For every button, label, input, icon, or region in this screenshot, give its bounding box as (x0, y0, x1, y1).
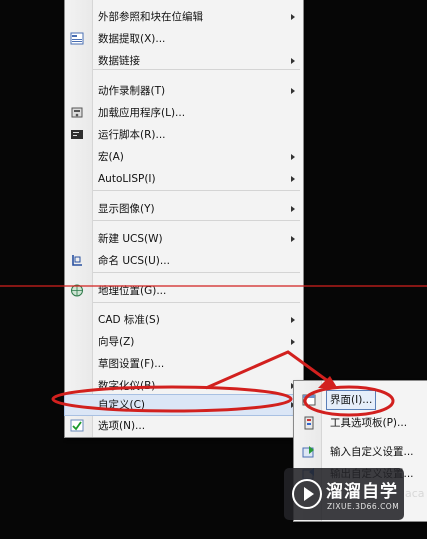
truncated-text: aca (405, 487, 425, 500)
cad-screenshot: 外部参照和块在位编辑 数据提取(X)... 数据链接 动作录制器(T) 加载应用程序(L… (0, 0, 427, 539)
watermark-subtitle: ZIXUE.3D66.COM (327, 502, 400, 511)
red-annotation-overlay (0, 285, 427, 417)
red-arrow-head (318, 376, 338, 389)
red-arrow-path (205, 350, 333, 390)
interface-highlight-ellipse (303, 385, 395, 417)
watermark: 溜溜自学 ZIXUE.3D66.COM (284, 468, 404, 520)
watermark-title: 溜溜自学 (326, 482, 398, 502)
customize-highlight-ellipse (51, 385, 293, 413)
play-logo-icon (292, 479, 322, 509)
